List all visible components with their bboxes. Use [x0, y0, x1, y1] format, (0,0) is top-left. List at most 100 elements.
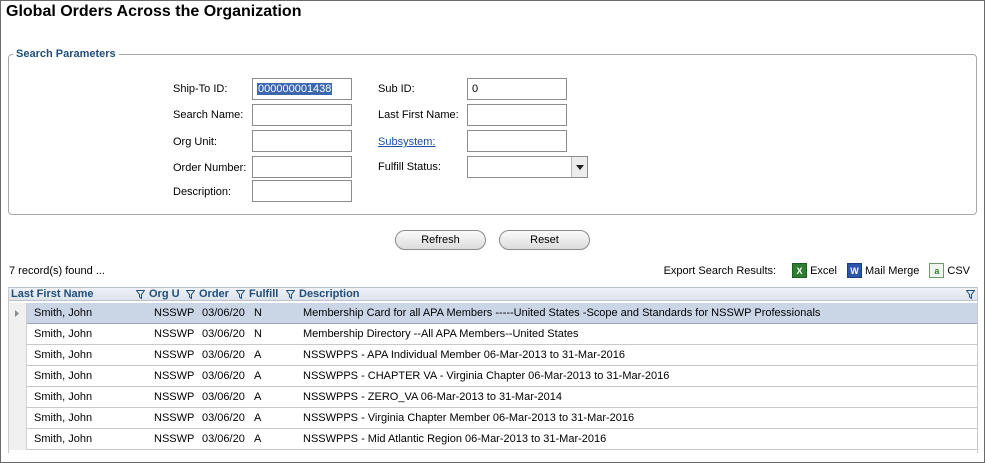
cell-fulfill: A — [254, 349, 262, 361]
filter-icon[interactable] — [966, 290, 975, 299]
column-header-last-first-name[interactable]: Last First Name — [11, 288, 94, 301]
records-found-text: 7 record(s) found ... — [9, 265, 105, 277]
column-header-description[interactable]: Description — [299, 288, 360, 301]
row-indicator — [9, 303, 27, 324]
cell-fulfill: A — [254, 412, 262, 424]
orders-grid: Last First Name Org U Order Fulfill Desc… — [8, 287, 978, 453]
cell-order: 03/06/20 — [202, 349, 245, 361]
cell-fulfill: A — [254, 433, 262, 445]
search-name-label: Search Name: — [173, 109, 244, 121]
row-indicator — [9, 366, 27, 387]
refresh-button[interactable]: Refresh — [395, 230, 486, 250]
filter-icon[interactable] — [286, 290, 295, 299]
cell-name: Smith, John — [34, 328, 93, 340]
row-body: Smith, John NSSWP 03/06/20 A NSSWPPS - M… — [27, 429, 977, 450]
cell-description: Membership Directory --All APA Members--… — [303, 328, 579, 340]
table-row[interactable]: Smith, John NSSWP 03/06/20 A NSSWPPS - Z… — [9, 387, 977, 408]
export-excel-label: Excel — [810, 264, 837, 277]
cell-order: 03/06/20 — [202, 307, 245, 319]
table-row[interactable]: Smith, John NSSWP 03/06/20 N Membership … — [9, 324, 977, 345]
row-indicator — [9, 324, 27, 345]
window-frame: Global Orders Across the Organization Se… — [0, 0, 985, 463]
row-body: Smith, John NSSWP 03/06/20 N Membership … — [27, 324, 977, 345]
grid-header: Last First Name Org U Order Fulfill Desc… — [9, 287, 977, 301]
cell-description: NSSWPPS - APA Individual Member 06-Mar-2… — [303, 349, 625, 361]
excel-icon: X — [792, 263, 808, 278]
export-csv-label: CSV — [947, 264, 970, 277]
cell-org-unit: NSSWP — [154, 433, 195, 445]
cell-name: Smith, John — [34, 370, 93, 382]
sub-id-input[interactable]: 0 — [467, 78, 567, 100]
row-body: Smith, John NSSWP 03/06/20 A NSSWPPS - A… — [27, 345, 977, 366]
table-row[interactable]: Smith, John NSSWP 03/06/20 A NSSWPPS - A… — [9, 345, 977, 366]
cell-order: 03/06/20 — [202, 370, 245, 382]
row-body: Smith, John NSSWP 03/06/20 A NSSWPPS - C… — [27, 366, 977, 387]
cell-description: NSSWPPS - Virginia Chapter Member 06-Mar… — [303, 412, 635, 424]
cell-org-unit: NSSWP — [154, 349, 195, 361]
page-title: Global Orders Across the Organization — [6, 3, 302, 20]
column-header-fulfill[interactable]: Fulfill — [249, 288, 278, 301]
cell-org-unit: NSSWP — [154, 328, 195, 340]
export-mail-merge-link[interactable]: W Mail Merge — [846, 263, 920, 278]
order-number-input[interactable] — [252, 156, 352, 178]
cell-order: 03/06/20 — [202, 412, 245, 424]
description-label: Description: — [173, 186, 232, 198]
export-label: Export Search Results: — [663, 264, 777, 277]
cell-org-unit: NSSWP — [154, 307, 195, 319]
cell-fulfill: N — [254, 328, 262, 340]
row-body: Smith, John NSSWP 03/06/20 A NSSWPPS - V… — [27, 408, 977, 429]
chevron-down-icon[interactable] — [571, 157, 587, 177]
cell-org-unit: NSSWP — [154, 412, 195, 424]
search-parameters-legend: Search Parameters — [16, 48, 116, 60]
cell-description: Membership Card for all APA Members ----… — [303, 307, 821, 319]
search-name-input[interactable] — [252, 104, 352, 126]
cell-org-unit: NSSWP — [154, 370, 195, 382]
table-row[interactable]: Smith, John NSSWP 03/06/20 N Membership … — [9, 303, 977, 324]
row-indicator — [9, 345, 27, 366]
row-indicator — [9, 429, 27, 450]
table-row[interactable]: Smith, John NSSWP 03/06/20 A NSSWPPS - C… — [9, 366, 977, 387]
filter-icon[interactable] — [136, 290, 145, 299]
filter-icon[interactable] — [236, 290, 245, 299]
export-mail-merge-label: Mail Merge — [864, 264, 920, 277]
fulfill-status-label: Fulfill Status: — [378, 161, 441, 173]
cell-name: Smith, John — [34, 349, 93, 361]
order-number-label: Order Number: — [173, 162, 247, 174]
ship-to-id-value: 000000001438 — [257, 83, 333, 95]
row-body: Smith, John NSSWP 03/06/20 A NSSWPPS - Z… — [27, 387, 977, 408]
export-csv-link[interactable]: a CSV — [929, 263, 970, 278]
column-header-order[interactable]: Order — [199, 288, 229, 301]
table-row[interactable]: Smith, John NSSWP 03/06/20 A NSSWPPS - V… — [9, 408, 977, 429]
ship-to-id-label: Ship-To ID: — [173, 83, 228, 95]
cell-name: Smith, John — [34, 391, 93, 403]
subsystem-input[interactable] — [467, 130, 567, 152]
filter-icon[interactable] — [186, 290, 195, 299]
cell-description: NSSWPPS - ZERO_VA 06-Mar-2013 to 31-Mar-… — [303, 391, 563, 403]
cell-order: 03/06/20 — [202, 328, 245, 340]
row-pointer-icon — [15, 310, 19, 317]
csv-icon: a — [929, 263, 945, 278]
ship-to-id-input[interactable]: 000000001438 — [252, 78, 352, 100]
org-unit-label: Org Unit: — [173, 136, 218, 148]
subsystem-link[interactable]: Subsystem: — [378, 136, 435, 148]
cell-order: 03/06/20 — [202, 433, 245, 445]
fulfill-status-select[interactable] — [467, 156, 588, 178]
cell-fulfill: A — [254, 370, 262, 382]
table-row[interactable]: Smith, John NSSWP 03/06/20 A NSSWPPS - M… — [9, 429, 977, 450]
cell-fulfill: A — [254, 391, 262, 403]
search-parameters-panel: Search Parameters Ship-To ID: 0000000014… — [8, 48, 977, 215]
row-indicator — [9, 387, 27, 408]
row-body: Smith, John NSSWP 03/06/20 N Membership … — [27, 303, 977, 324]
column-header-org-unit[interactable]: Org U — [149, 288, 180, 301]
cell-description: NSSWPPS - Mid Atlantic Region 06-Mar-201… — [303, 433, 607, 445]
last-first-name-input[interactable] — [467, 104, 567, 126]
description-input[interactable] — [252, 180, 352, 202]
last-first-name-label: Last First Name: — [378, 109, 459, 121]
cell-fulfill: N — [254, 307, 262, 319]
org-unit-input[interactable] — [252, 130, 352, 152]
cell-order: 03/06/20 — [202, 391, 245, 403]
cell-name: Smith, John — [34, 433, 93, 445]
export-excel-link[interactable]: X Excel — [792, 263, 837, 278]
cell-name: Smith, John — [34, 307, 93, 319]
reset-button[interactable]: Reset — [499, 230, 590, 250]
